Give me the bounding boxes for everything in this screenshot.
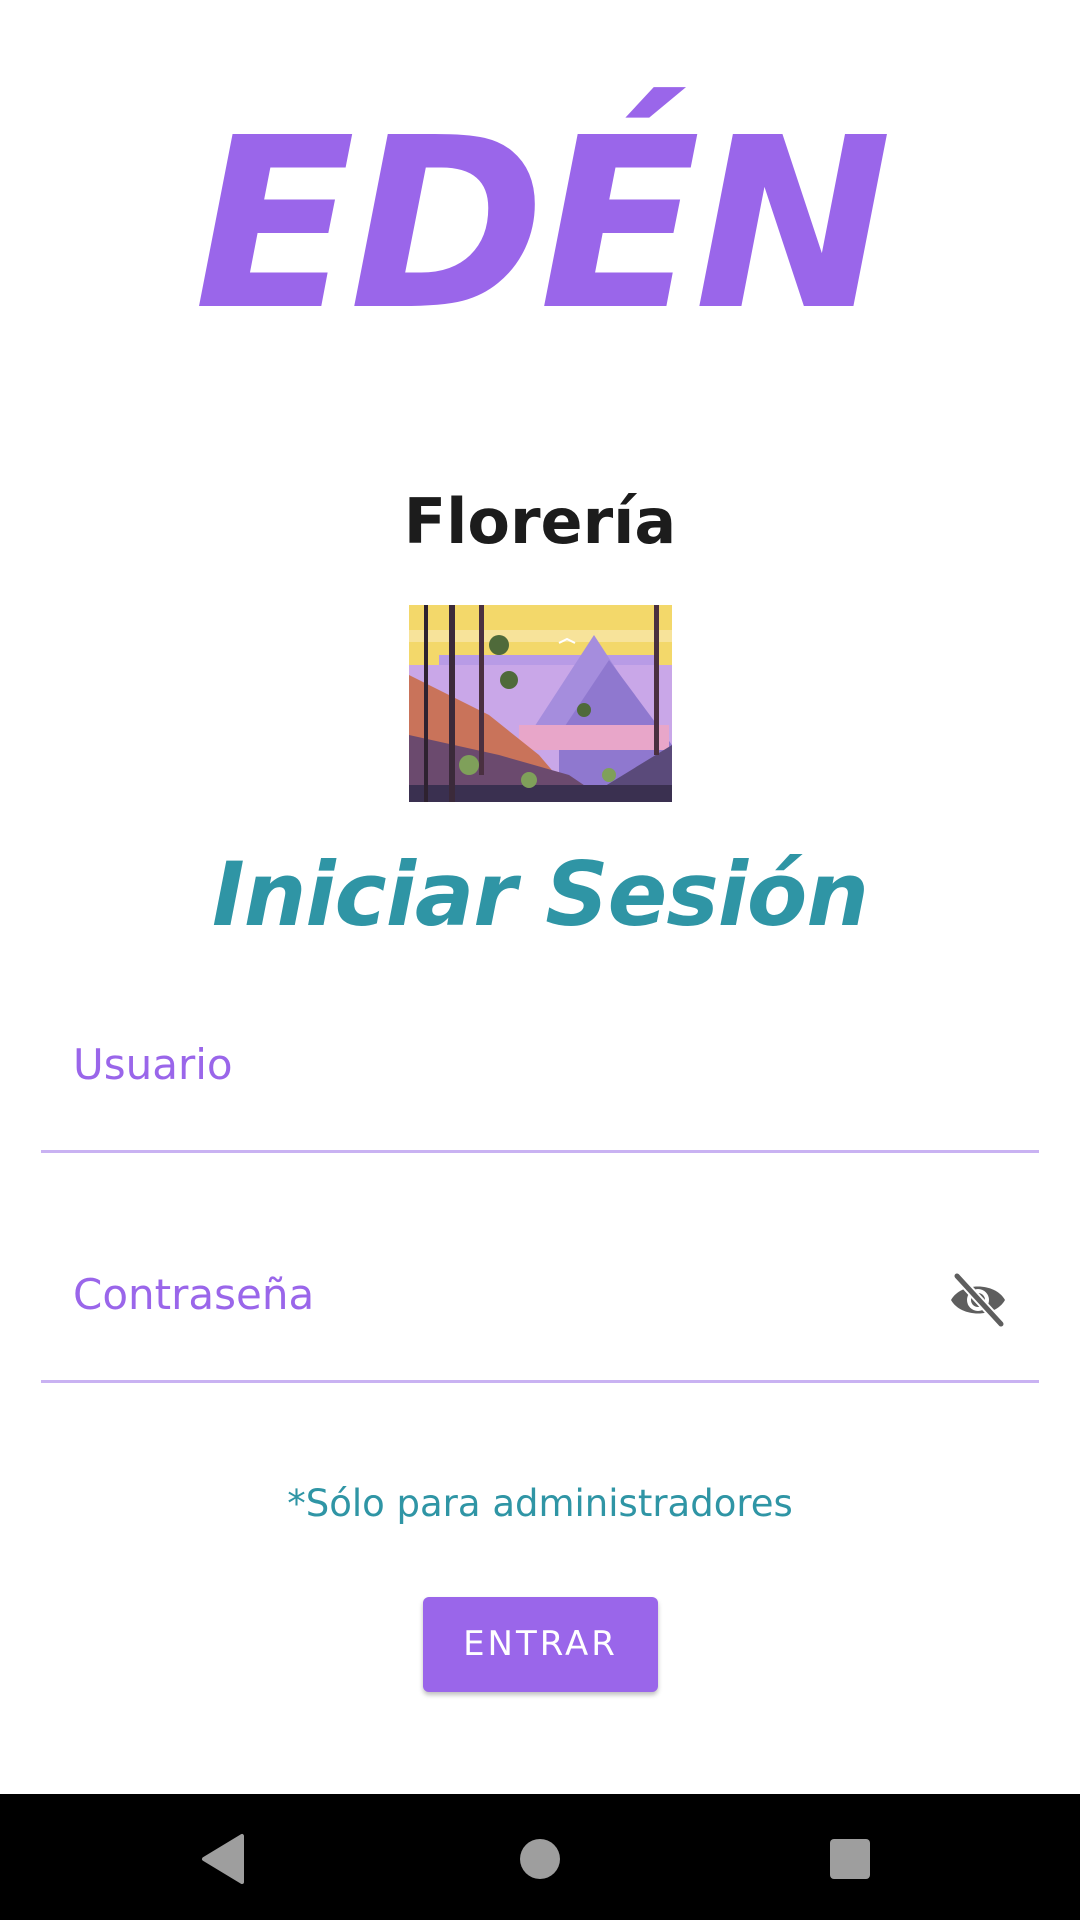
password-field[interactable]: Contraseña — [41, 1270, 1039, 1383]
username-field[interactable]: Usuario — [41, 1040, 1039, 1153]
brand-logo: EDÉN — [194, 87, 892, 362]
login-screen: EDÉN Florería Iniciar Sesión Usuario Con… — [0, 0, 1080, 1920]
back-icon[interactable] — [190, 1824, 260, 1894]
admin-only-note: *Sólo para administradores — [287, 1482, 793, 1525]
store-subtitle: Florería — [403, 485, 677, 558]
system-navigation-bar — [0, 1794, 1080, 1920]
password-input[interactable] — [73, 1270, 957, 1372]
recents-icon[interactable] — [815, 1824, 885, 1894]
visibility-off-icon[interactable] — [947, 1271, 1009, 1329]
login-title: Iniciar Sesión — [211, 843, 869, 946]
landscape-illustration — [409, 605, 672, 802]
home-icon[interactable] — [505, 1824, 575, 1894]
username-input[interactable] — [73, 1040, 957, 1142]
enter-button[interactable]: ENTRAR — [423, 1597, 658, 1692]
